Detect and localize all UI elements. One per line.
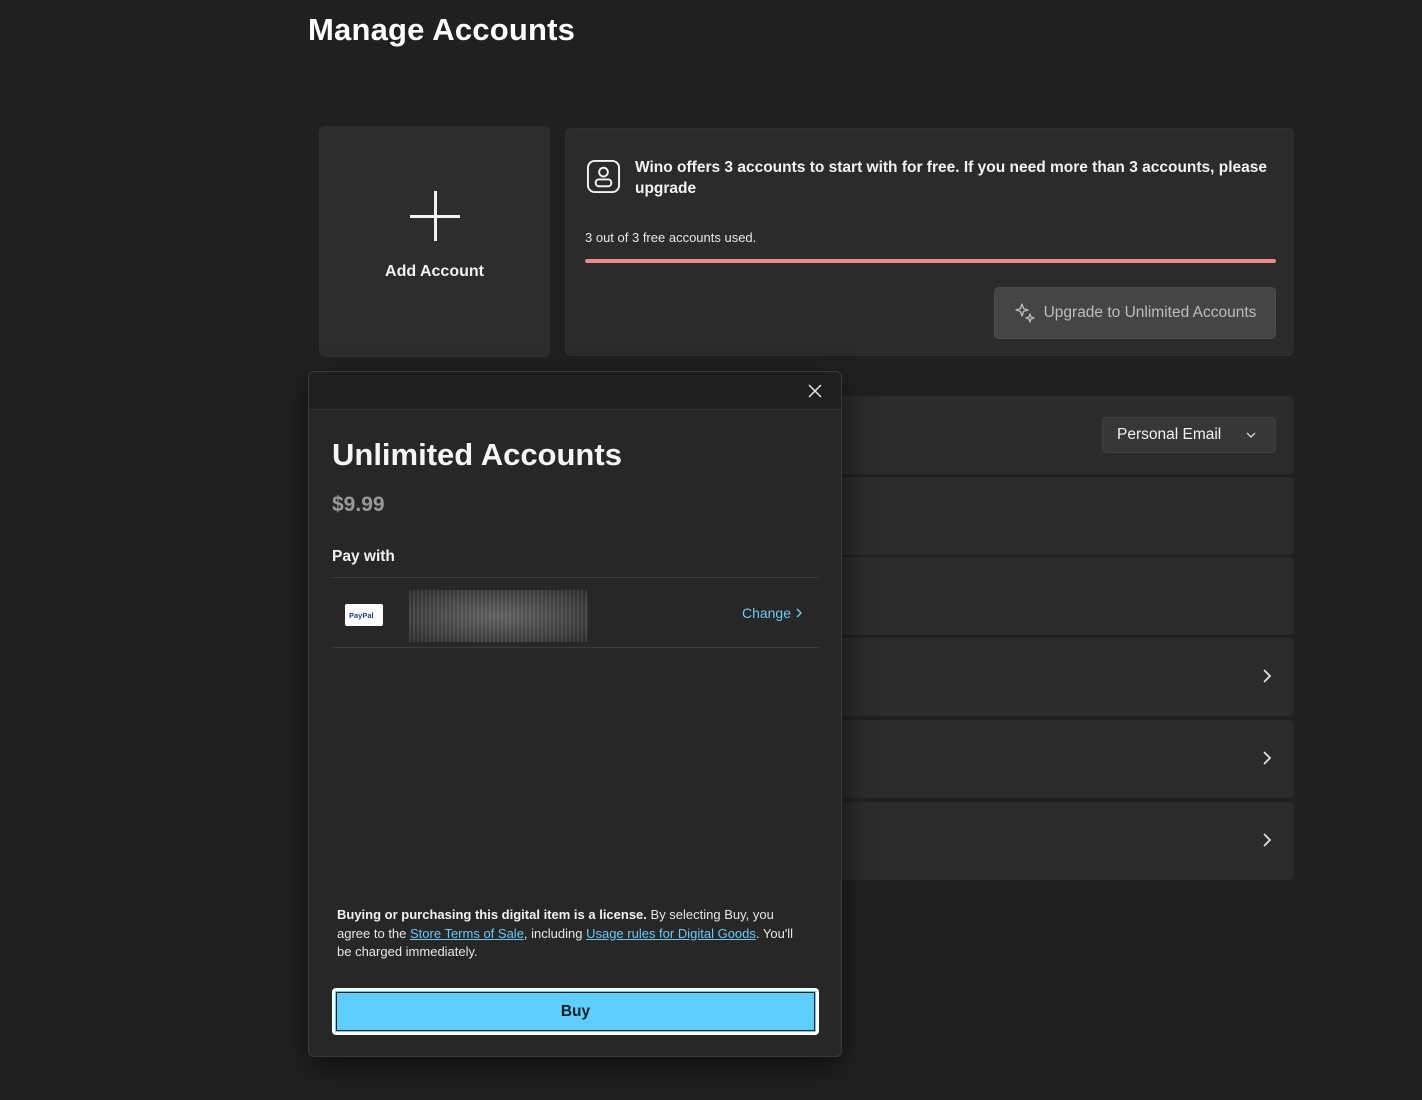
store-terms-link[interactable]: Store Terms of Sale [410,926,524,941]
settings-row[interactable] [800,638,1294,716]
license-bold-text: Buying or purchasing this digital item i… [337,907,647,922]
usage-rules-link[interactable]: Usage rules for Digital Goods [586,926,756,941]
chevron-down-icon [1246,432,1256,438]
account-icon [586,159,621,194]
settings-row: Personal Email [800,396,1294,474]
payment-method-row: PayPal Change [332,577,819,648]
settings-row[interactable] [800,802,1294,880]
purchase-dialog: Unlimited Accounts $9.99 Pay with PayPal… [308,371,842,1057]
settings-row [800,557,1294,635]
paypal-logo-mark: PayPal [349,611,374,620]
chevron-right-icon [1263,751,1272,765]
change-label: Change [741,605,791,621]
license-text: , including [523,925,587,941]
buy-button[interactable]: Buy [332,988,819,1035]
change-payment-link[interactable]: Change [742,605,803,621]
add-account-label: Add Account [385,262,484,280]
sparkle-icon [1014,303,1035,323]
settings-row[interactable] [800,720,1294,798]
account-type-dropdown[interactable]: Personal Email [1102,417,1276,453]
page-title: Manage Accounts [308,12,576,47]
redacted-account-info [409,590,588,642]
usage-text: 3 out of 3 free accounts used. [585,230,757,245]
free-accounts-card: Wino offers 3 accounts to start with for… [565,128,1294,356]
add-account-button[interactable]: Add Account [319,126,550,357]
dialog-title: Unlimited Accounts [332,437,622,472]
chevron-right-icon [796,608,802,618]
dialog-header [309,372,841,410]
plus-icon [409,190,460,241]
chevron-right-icon [1263,833,1272,847]
svg-text:PayPal: PayPal [349,611,374,620]
price: $9.99 [332,493,385,516]
usage-progress-fill [585,259,1276,263]
dropdown-value: Personal Email [1117,426,1222,443]
pay-with-label: Pay with [332,548,395,565]
paypal-logo: PayPal [345,604,383,626]
settings-row [800,477,1294,555]
license-notice: Buying or purchasing this digital item i… [337,906,807,962]
manage-accounts-page: Manage Accounts Add Account Wino offers … [0,0,1422,1100]
chevron-right-icon [1263,669,1272,683]
free-accounts-message: Wino offers 3 accounts to start with for… [635,159,1268,197]
close-icon[interactable] [807,383,823,399]
upgrade-button[interactable]: Upgrade to Unlimited Accounts [994,287,1276,339]
usage-progress-bar [585,259,1276,263]
upgrade-button-label: Upgrade to Unlimited Accounts [1043,304,1257,321]
